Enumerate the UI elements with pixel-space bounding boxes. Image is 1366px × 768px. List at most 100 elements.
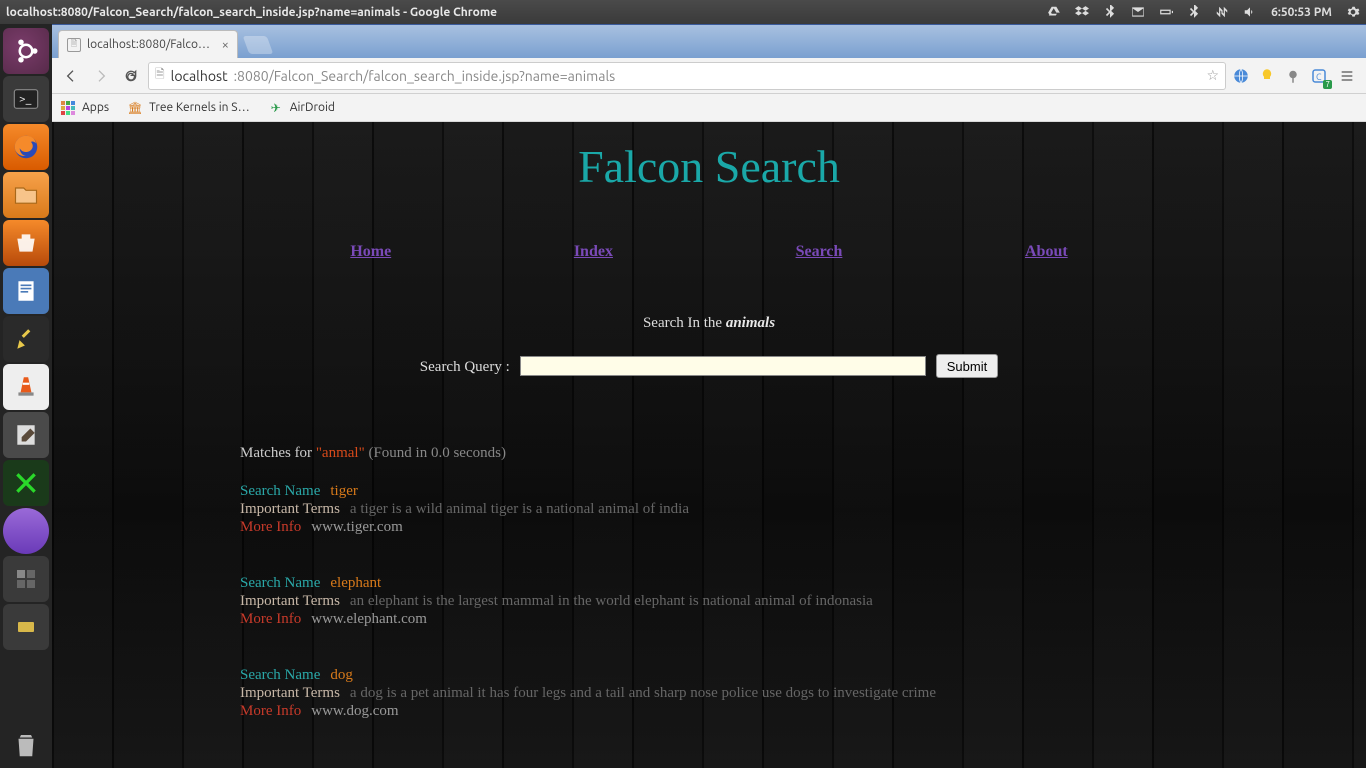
bookmarks-bar: Apps 🏛 Tree Kernels in S… ✈ AirDroid (52, 94, 1366, 122)
search-in-prefix: Search In the (643, 315, 726, 331)
search-context: Search In the animals (52, 315, 1366, 332)
result-item: Search Name elephant Important Terms an el… (240, 574, 1366, 628)
result-url[interactable]: www.tiger.com (311, 519, 403, 535)
bluetooth2-icon[interactable] (1187, 5, 1201, 19)
trash-icon[interactable] (3, 722, 49, 768)
result-name: elephant (330, 575, 381, 591)
terminal-icon[interactable]: >_ (3, 76, 49, 122)
result-item: Search Name dog Important Terms a dog is a… (240, 666, 1366, 720)
files-icon[interactable] (3, 172, 49, 218)
bulb-ext-icon[interactable] (1256, 65, 1278, 87)
writer-icon[interactable] (3, 268, 49, 314)
url-host: localhost (171, 68, 228, 84)
bluetooth-icon[interactable] (1103, 5, 1117, 19)
ext-badge-icon[interactable]: C7 (1308, 65, 1330, 87)
tab-strip: 🗎 localhost:8080/Falcon_Se × (52, 24, 1366, 58)
back-button[interactable] (58, 63, 84, 89)
result-terms: an elephant is the largest mammal in the… (350, 593, 873, 609)
text-editor-icon[interactable] (3, 412, 49, 458)
label-more: More Info (240, 703, 301, 719)
battery-icon[interactable] (1159, 5, 1173, 19)
page-icon: 🗎 (155, 65, 165, 86)
dropbox-icon[interactable] (1075, 5, 1089, 19)
label-terms: Important Terms (240, 685, 340, 701)
page-icon: 🗎 (67, 38, 81, 52)
page-nav: Home Index Search About (259, 243, 1159, 261)
software-center-icon[interactable] (3, 220, 49, 266)
tree-label: Tree Kernels in S… (149, 101, 250, 114)
window-title: localhost:8080/Falcon_Search/falcon_sear… (6, 6, 1047, 19)
system-menubar: localhost:8080/Falcon_Search/falcon_sear… (0, 0, 1366, 24)
device-icon[interactable] (3, 604, 49, 650)
firefox-icon[interactable] (3, 124, 49, 170)
nav-about[interactable]: About (1025, 243, 1068, 261)
result-terms: a tiger is a wild animal tiger is a nati… (350, 501, 689, 517)
gear-icon[interactable] (1346, 5, 1360, 19)
new-tab-button[interactable] (243, 36, 274, 54)
bookmark-icon: 🏛 (127, 100, 143, 116)
results: Matches for "anmal" (Found in 0.0 second… (240, 444, 1366, 720)
svg-text:>_: >_ (19, 93, 32, 106)
pin-ext-icon[interactable] (1282, 65, 1304, 87)
label-name: Search Name (240, 667, 320, 683)
matches-prefix: Matches for (240, 445, 316, 461)
globe-ext-icon[interactable] (1230, 65, 1252, 87)
nav-index[interactable]: Index (574, 243, 613, 261)
unity-launcher: >_ (0, 24, 52, 768)
query-echo: "anmal" (316, 445, 365, 461)
url-path: :8080/Falcon_Search/falcon_search_inside… (234, 68, 616, 84)
tree-kernels-bookmark[interactable]: 🏛 Tree Kernels in S… (127, 100, 250, 116)
result-url[interactable]: www.elephant.com (311, 611, 427, 627)
menu-button[interactable] (1334, 63, 1360, 89)
timing: (Found in 0.0 seconds) (365, 445, 506, 461)
label-name: Search Name (240, 575, 320, 591)
result-item: Search Nametiger Important Termsa tiger … (240, 482, 1366, 536)
svg-text:C: C (1316, 71, 1322, 81)
forward-button[interactable] (88, 63, 114, 89)
network-icon[interactable] (1215, 5, 1229, 19)
search-input[interactable] (520, 356, 926, 376)
close-icon[interactable]: × (222, 38, 229, 52)
reload-button[interactable] (118, 63, 144, 89)
bookmark-star-icon[interactable]: ☆ (1206, 67, 1219, 84)
system-tray: 6:50:53 PM (1047, 5, 1360, 19)
address-bar[interactable]: 🗎 localhost :8080/Falcon_Search/falcon_se… (148, 62, 1226, 90)
gdrive-icon[interactable] (1047, 5, 1061, 19)
label-name: Search Name (240, 483, 320, 499)
apps-bookmark[interactable]: Apps (60, 100, 109, 116)
dash-icon[interactable] (3, 28, 49, 74)
search-form: Search Query : Submit (52, 354, 1366, 378)
volume-icon[interactable] (1243, 5, 1257, 19)
cleaner-icon[interactable] (3, 316, 49, 362)
apps-icon (61, 101, 75, 115)
airdroid-label: AirDroid (290, 101, 335, 114)
label-more: More Info (240, 611, 301, 627)
matches-line: Matches for "anmal" (Found in 0.0 second… (240, 444, 1366, 462)
vlc-icon[interactable] (3, 364, 49, 410)
bookmark-icon: ✈ (268, 100, 284, 116)
search-category: animals (726, 315, 775, 331)
nav-search[interactable]: Search (796, 243, 843, 261)
nav-home[interactable]: Home (350, 243, 391, 261)
apps-label: Apps (82, 101, 109, 114)
chrome-window: 🗎 localhost:8080/Falcon_Se × 🗎 localhost… (52, 24, 1366, 768)
result-terms: a dog is a pet animal it has four legs a… (350, 685, 936, 701)
label-more: More Info (240, 519, 301, 535)
label-terms: Important Terms (240, 593, 340, 609)
result-name: tiger (330, 483, 358, 499)
airdroid-bookmark[interactable]: ✈ AirDroid (268, 100, 335, 116)
page-content: Falcon Search Home Index Search About Se… (52, 122, 1366, 768)
eclipse-icon[interactable] (3, 508, 49, 554)
query-label: Search Query : (420, 359, 510, 375)
tab-title: localhost:8080/Falcon_Se (87, 38, 216, 51)
page-title: Falcon Search (52, 122, 1366, 193)
result-name: dog (330, 667, 353, 683)
clock[interactable]: 6:50:53 PM (1271, 6, 1332, 19)
x-app-icon[interactable] (3, 460, 49, 506)
result-url[interactable]: www.dog.com (311, 703, 398, 719)
toolbar: 🗎 localhost :8080/Falcon_Search/falcon_se… (52, 58, 1366, 94)
submit-button[interactable]: Submit (936, 354, 998, 378)
mail-icon[interactable] (1131, 5, 1145, 19)
browser-tab[interactable]: 🗎 localhost:8080/Falcon_Se × (58, 30, 238, 58)
workspace-icon[interactable] (3, 556, 49, 602)
